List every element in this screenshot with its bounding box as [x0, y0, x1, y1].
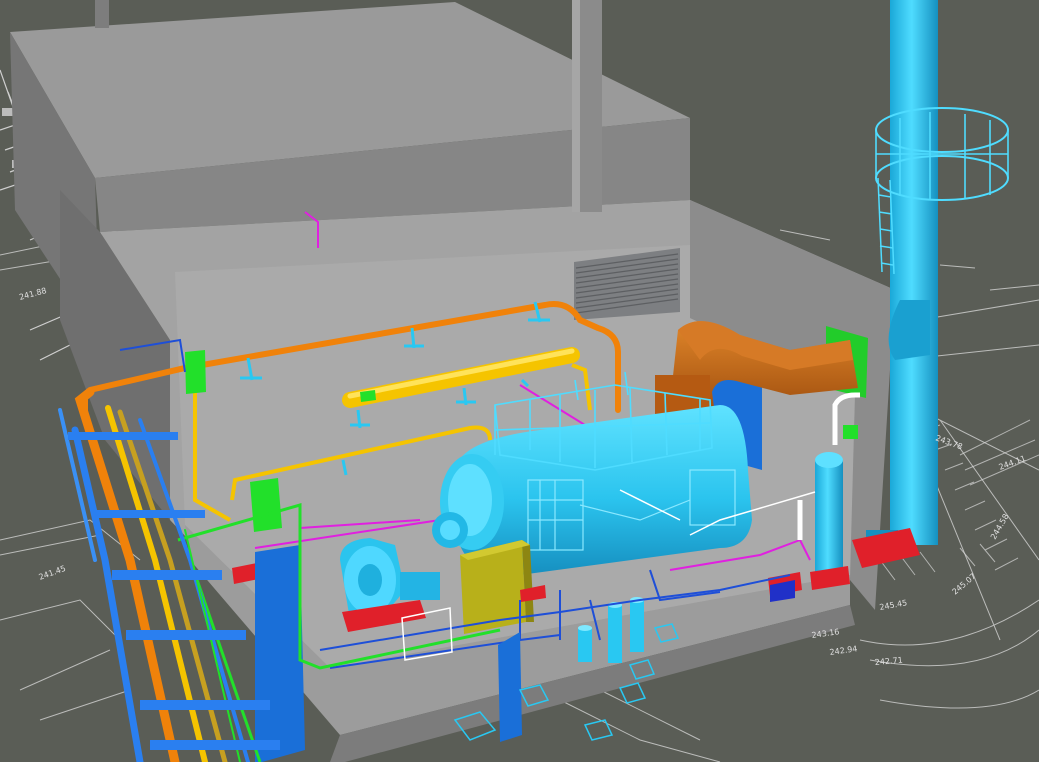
elev-label: 242.71	[874, 656, 903, 667]
cad-3d-viewport[interactable]: 245.45 245.07 244.58 244.11 243.78 243.1…	[0, 0, 1039, 762]
elev-label: 245.45	[879, 598, 908, 612]
elev-label: 241.45	[38, 564, 67, 582]
elev-label: 242.94	[829, 644, 858, 657]
roof-stack-small	[95, 0, 109, 28]
elev-label: 245.07	[951, 572, 978, 597]
elev-label: 244.58	[989, 512, 1011, 541]
elev-label: 241.88	[18, 286, 47, 302]
plant-model-svg: 245.45 245.07 244.58 244.11 243.78 243.1…	[0, 0, 1039, 762]
